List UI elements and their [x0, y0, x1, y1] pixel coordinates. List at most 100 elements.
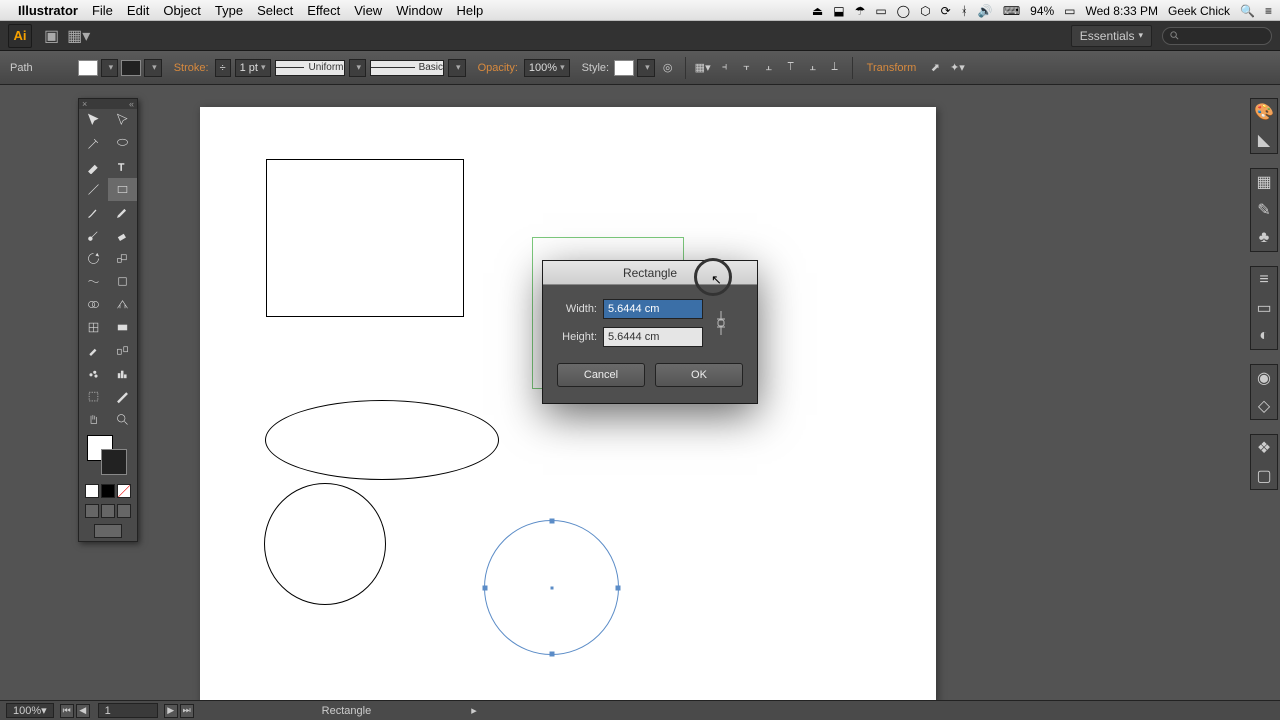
dropbox-icon[interactable]: ⬓ [833, 4, 844, 18]
draw-normal-icon[interactable] [85, 504, 99, 518]
battery-icon[interactable]: ▭ [1064, 4, 1075, 18]
appearance-panel-icon[interactable]: ◉ [1255, 369, 1273, 387]
cloud-icon[interactable]: ◯ [897, 4, 910, 18]
menu-object[interactable]: Object [163, 3, 201, 18]
type-tool[interactable]: T [108, 155, 137, 178]
rotate-tool[interactable] [79, 247, 108, 270]
pencil-tool[interactable] [108, 201, 137, 224]
profile-dropdown[interactable]: ▾ [349, 59, 367, 77]
graphic-style-swatch[interactable] [614, 60, 634, 76]
circle-shape-selected[interactable] [484, 520, 619, 655]
draw-inside-icon[interactable] [117, 504, 131, 518]
user-name[interactable]: Geek Chick [1168, 4, 1230, 18]
prev-artboard-icon[interactable]: ◀ [76, 704, 90, 718]
tools-panel-header[interactable]: ×« [79, 99, 137, 109]
artboard-number-field[interactable]: 1 [98, 703, 158, 718]
constrain-proportions-icon[interactable] [713, 309, 729, 337]
recolor-icon[interactable]: ◎ [658, 58, 678, 78]
selection-tool[interactable] [79, 109, 108, 132]
first-artboard-icon[interactable]: ⏮ [60, 704, 74, 718]
stroke-panel-icon[interactable]: ≡ [1255, 271, 1273, 289]
brush-dropdown[interactable]: ▾ [448, 59, 466, 77]
spotlight-icon[interactable]: 🔍 [1240, 4, 1255, 18]
shape-builder-tool[interactable] [79, 293, 108, 316]
free-transform-tool[interactable] [108, 270, 137, 293]
eject-icon[interactable]: ⏏ [812, 4, 823, 18]
color-mode-icon[interactable] [85, 484, 99, 498]
mesh-tool[interactable] [79, 316, 108, 339]
stroke-dropdown[interactable]: ▾ [144, 59, 162, 77]
notifications-icon[interactable]: ≡ [1265, 4, 1272, 18]
style-dropdown[interactable]: ▾ [637, 59, 655, 77]
app-name[interactable]: Illustrator [18, 3, 78, 18]
menu-file[interactable]: File [92, 3, 113, 18]
align-center-v-icon[interactable]: ⫠ [803, 58, 823, 78]
eyedropper-tool[interactable] [79, 339, 108, 362]
menu-effect[interactable]: Effect [307, 3, 340, 18]
stroke-weight-stepper[interactable]: ÷ [215, 59, 231, 77]
fill-swatch[interactable] [78, 60, 98, 76]
ellipse-shape[interactable] [265, 400, 499, 480]
zoom-tool[interactable] [108, 408, 137, 431]
transform-link[interactable]: Transform [867, 62, 917, 74]
lasso-tool[interactable] [108, 132, 137, 155]
swatches-panel-icon[interactable]: ▦ [1255, 173, 1273, 191]
clock[interactable]: Wed 8:33 PM [1086, 4, 1158, 18]
isolate-icon[interactable]: ⬈ [925, 58, 945, 78]
height-field[interactable] [603, 327, 703, 347]
slice-tool[interactable] [108, 385, 137, 408]
last-artboard-icon[interactable]: ⏭ [180, 704, 194, 718]
input-icon[interactable]: ⌨ [1003, 4, 1020, 18]
eraser-tool[interactable] [108, 224, 137, 247]
stroke-swatch[interactable] [121, 60, 141, 76]
rectangle-shape-1[interactable] [266, 159, 464, 317]
menu-select[interactable]: Select [257, 3, 293, 18]
align-top-icon[interactable]: ⟙ [781, 58, 801, 78]
gradient-tool[interactable] [108, 316, 137, 339]
next-artboard-icon[interactable]: ▶ [164, 704, 178, 718]
draw-behind-icon[interactable] [101, 504, 115, 518]
transparency-panel-icon[interactable]: ◐ [1255, 327, 1273, 345]
line-tool[interactable] [79, 178, 108, 201]
volume-icon[interactable]: 🔊 [978, 4, 993, 18]
stroke-label[interactable]: Stroke: [174, 62, 209, 74]
align-dropdown-icon[interactable]: ▦▾ [693, 58, 713, 78]
menu-window[interactable]: Window [396, 3, 442, 18]
width-field[interactable] [603, 299, 703, 319]
screen-mode-icon[interactable] [94, 524, 122, 538]
artboard[interactable] [200, 107, 936, 702]
ok-button[interactable]: OK [655, 363, 743, 387]
opacity-field[interactable]: 100%▾ [524, 59, 570, 77]
artboards-panel-icon[interactable]: ▢ [1255, 467, 1273, 485]
blob-brush-tool[interactable] [79, 224, 108, 247]
align-left-icon[interactable]: ⫞ [715, 58, 735, 78]
hand-tool[interactable] [79, 408, 108, 431]
none-mode-icon[interactable] [117, 484, 131, 498]
symbol-sprayer-tool[interactable] [79, 362, 108, 385]
blend-tool[interactable] [108, 339, 137, 362]
sync-icon[interactable]: ⟳ [941, 4, 951, 18]
close-icon[interactable]: × [82, 99, 87, 109]
fill-stroke-selector[interactable] [79, 431, 137, 481]
umbrella-icon[interactable]: ☂ [855, 4, 866, 18]
stroke-color-swatch[interactable] [101, 449, 127, 475]
gradient-panel-icon[interactable]: ▭ [1255, 299, 1273, 317]
menu-type[interactable]: Type [215, 3, 243, 18]
scale-tool[interactable] [108, 247, 137, 270]
magic-wand-tool[interactable] [79, 132, 108, 155]
search-box[interactable] [1162, 27, 1272, 45]
symbols-panel-icon[interactable]: ♣ [1255, 229, 1273, 247]
align-bottom-icon[interactable]: ⟘ [825, 58, 845, 78]
variable-width-profile[interactable]: Uniform [275, 60, 345, 76]
layers-panel-icon[interactable]: ❖ [1255, 439, 1273, 457]
zoom-field[interactable]: 100% ▾ [6, 703, 54, 718]
wifi-icon[interactable]: ⬡ [920, 4, 930, 18]
bluetooth-icon[interactable]: ᚼ [961, 4, 968, 18]
width-tool[interactable] [79, 270, 108, 293]
column-graph-tool[interactable] [108, 362, 137, 385]
bridge-icon[interactable]: ▣ [44, 26, 59, 46]
display-icon[interactable]: ▭ [875, 4, 886, 18]
workspace-switcher[interactable]: Essentials ▾ [1071, 25, 1152, 47]
arrange-documents-icon[interactable]: ▦▾ [67, 26, 90, 46]
color-panel-icon[interactable]: 🎨 [1255, 103, 1273, 121]
